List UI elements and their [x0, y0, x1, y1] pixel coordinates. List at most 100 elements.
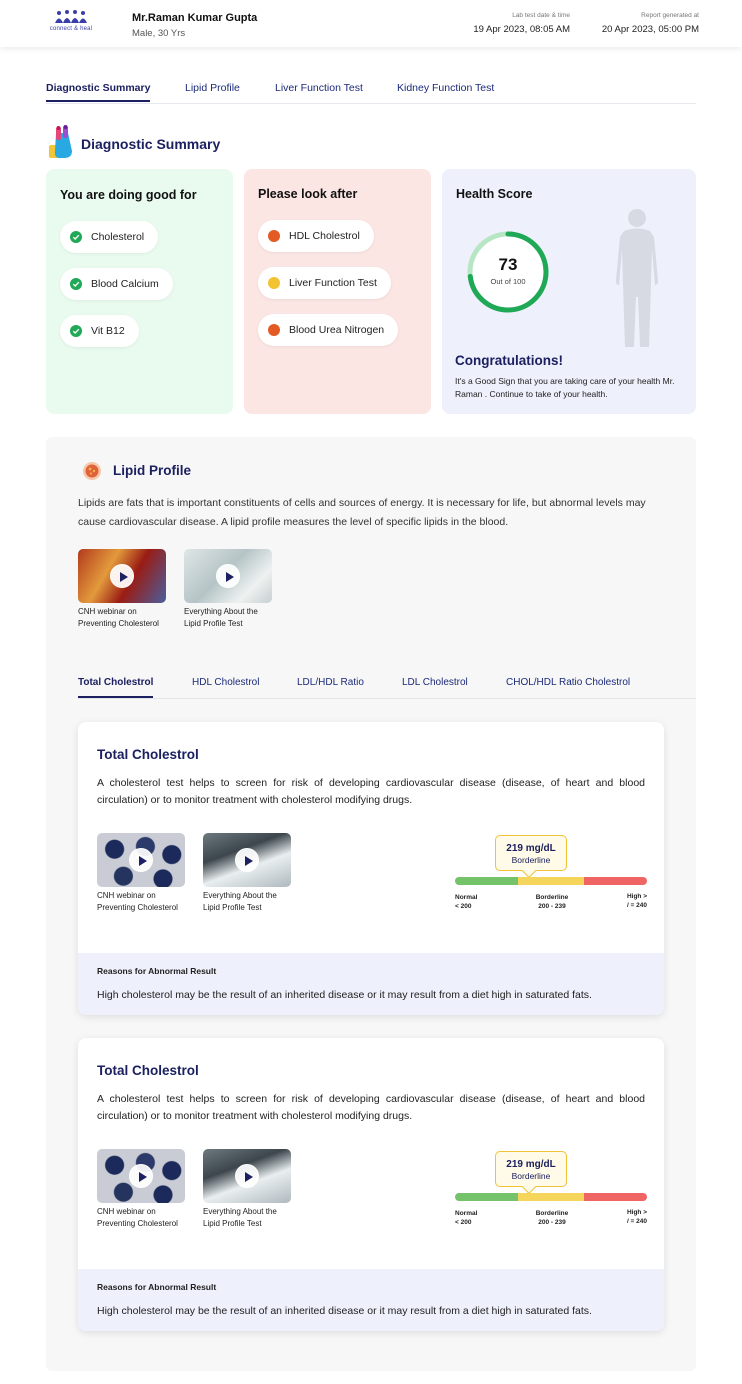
blood-cell-icon [83, 462, 101, 480]
look-after-card: Please look after HDL Cholestrol Liver F… [244, 169, 431, 414]
range-normal-segment [455, 877, 519, 885]
test-title: Total Cholestrol [97, 747, 199, 762]
top-header: connect & heal Mr.Raman Kumar Gupta Male… [0, 0, 742, 47]
lipid-profile-title: Lipid Profile [113, 463, 192, 478]
look-after-item[interactable]: HDL Cholestrol [258, 220, 374, 252]
range-high-label: High > / = 240 [626, 893, 647, 909]
reasons-box: Reasons for Abnormal Result High cholest… [78, 953, 664, 1015]
status-dot-icon [268, 277, 280, 289]
result-gauge: 219 mg/dL Borderline Normal < 200 Borderl… [455, 835, 647, 915]
result-status: Borderline [511, 855, 551, 865]
status-dot-icon [268, 324, 280, 336]
video-webinar[interactable]: CNH webinar on Preventing Cholesterol [97, 1149, 185, 1230]
range-bar [455, 877, 647, 885]
reasons-label: Reasons for Abnormal Result [97, 966, 217, 976]
video-thumbnail [97, 833, 185, 887]
test-description: A cholesterol test helps to screen for r… [97, 777, 645, 806]
video-thumbnail [184, 549, 272, 603]
video-webinar[interactable]: CNH webinar on Preventing Cholesterol [78, 549, 166, 630]
video-thumbnail [203, 1149, 291, 1203]
doing-good-heading: You are doing good for [60, 188, 197, 202]
video-thumbnail [78, 549, 166, 603]
video-caption: Everything About the Lipid Profile Test [203, 891, 277, 912]
video-lipid-profile[interactable]: Everything About the Lipid Profile Test [203, 1149, 291, 1230]
subtab-ldl-cholestrol[interactable]: LDL Cholestrol [402, 677, 468, 696]
video-lipid-profile[interactable]: Everything About the Lipid Profile Test [184, 549, 272, 630]
subtab-chol-hdl-ratio[interactable]: CHOL/HDL Ratio Cholestrol [506, 677, 630, 696]
tab-diagnostic-summary[interactable]: Diagnostic Summary [46, 82, 151, 102]
good-item[interactable]: Cholesterol [60, 221, 159, 253]
tab-liver-function-test[interactable]: Liver Function Test [275, 82, 363, 100]
check-icon [70, 325, 82, 337]
result-bubble: 219 mg/dL Borderline [495, 1151, 567, 1187]
report-date-label: Report generated at [641, 12, 699, 19]
play-icon [235, 848, 259, 872]
range-borderline-label: Borderline 200 - 239 [535, 1210, 569, 1226]
reasons-text: High cholesterol may be the result of an… [97, 1305, 592, 1317]
video-webinar[interactable]: CNH webinar on Preventing Cholesterol [97, 833, 185, 914]
play-icon [129, 1164, 153, 1188]
range-normal-segment [455, 1193, 519, 1201]
result-bubble: 219 mg/dL Borderline [495, 835, 567, 871]
video-caption: Everything About the Lipid Profile Test [203, 1207, 277, 1228]
lab-date-label: Lab test date & time [512, 12, 570, 19]
look-after-item-label: Liver Function Test [289, 277, 377, 289]
range-bar [455, 1193, 647, 1201]
reasons-label: Reasons for Abnormal Result [97, 1282, 217, 1292]
result-value: 219 mg/dL [506, 1159, 556, 1170]
lipid-subtabs: Total Cholestrol HDL Cholestrol LDL/HDL … [78, 673, 696, 699]
lab-date-value: 19 Apr 2023, 08:05 AM [473, 24, 570, 35]
patient-name: Mr.Raman Kumar Gupta [132, 12, 258, 24]
result-gauge: 219 mg/dL Borderline Normal < 200 Borderl… [455, 1151, 647, 1231]
video-caption: Everything About the Lipid Profile Test [184, 607, 258, 628]
check-icon [70, 278, 82, 290]
status-dot-icon [268, 230, 280, 242]
range-high-label: High > / = 240 [626, 1209, 647, 1225]
logo-icon [55, 10, 87, 23]
test-card: Total Cholestrol A cholesterol test help… [78, 722, 664, 1015]
video-caption: CNH webinar on Preventing Cholesterol [78, 607, 159, 628]
play-icon [235, 1164, 259, 1188]
play-icon [129, 848, 153, 872]
human-body-icon [616, 209, 658, 347]
health-score-card: Health Score 73 Out of 100 Congratulatio… [442, 169, 696, 414]
tab-lipid-profile[interactable]: Lipid Profile [185, 82, 240, 100]
look-after-item-label: Blood Urea Nitrogen [289, 324, 385, 336]
look-after-item[interactable]: Blood Urea Nitrogen [258, 314, 399, 346]
congrats-title: Congratulations! [455, 353, 563, 368]
tab-kidney-function-test[interactable]: Kidney Function Test [397, 82, 494, 100]
range-normal-label: Normal < 200 [455, 894, 478, 910]
report-tabs: Diagnostic Summary Lipid Profile Liver F… [46, 82, 696, 104]
logo-text: connect & heal [49, 26, 93, 32]
check-icon [70, 231, 82, 243]
patient-info: Male, 30 Yrs [132, 28, 186, 39]
test-card: Total Cholestrol A cholesterol test help… [78, 1038, 664, 1331]
good-item[interactable]: Vit B12 [60, 315, 139, 347]
congrats-message: It's a Good Sign that you are taking car… [455, 376, 675, 399]
range-borderline-segment [518, 877, 584, 885]
subtab-hdl-cholestrol[interactable]: HDL Cholestrol [192, 677, 259, 696]
good-item-label: Cholesterol [91, 231, 145, 243]
test-tube-icon [49, 125, 72, 158]
subtab-ldl-hdl-ratio[interactable]: LDL/HDL Ratio [297, 677, 364, 696]
video-caption: CNH webinar on Preventing Cholesterol [97, 891, 178, 912]
good-item[interactable]: Blood Calcium [60, 268, 173, 300]
range-high-segment [583, 1193, 647, 1201]
look-after-item[interactable]: Liver Function Test [258, 267, 391, 299]
doing-good-card: You are doing good for Cholesterol Blood… [46, 169, 233, 414]
lab-date-block: Lab test date & time 19 Apr 2023, 08:05 … [470, 12, 570, 35]
good-item-label: Vit B12 [91, 325, 125, 337]
health-score-value: 73 [498, 255, 518, 274]
subtab-total-cholestrol[interactable]: Total Cholestrol [78, 677, 154, 698]
lipid-profile-panel: Lipid Profile Lipids are fats that is im… [46, 437, 696, 1371]
video-thumbnail [97, 1149, 185, 1203]
video-thumbnail [203, 833, 291, 887]
reasons-box: Reasons for Abnormal Result High cholest… [78, 1269, 664, 1331]
look-after-item-label: HDL Cholestrol [289, 230, 360, 242]
brand-logo[interactable]: connect & heal [46, 10, 96, 32]
video-lipid-profile[interactable]: Everything About the Lipid Profile Test [203, 833, 291, 914]
range-borderline-label: Borderline 200 - 239 [535, 894, 569, 910]
look-after-heading: Please look after [258, 187, 358, 201]
test-title: Total Cholestrol [97, 1063, 199, 1078]
reasons-text: High cholesterol may be the result of an… [97, 989, 592, 1001]
